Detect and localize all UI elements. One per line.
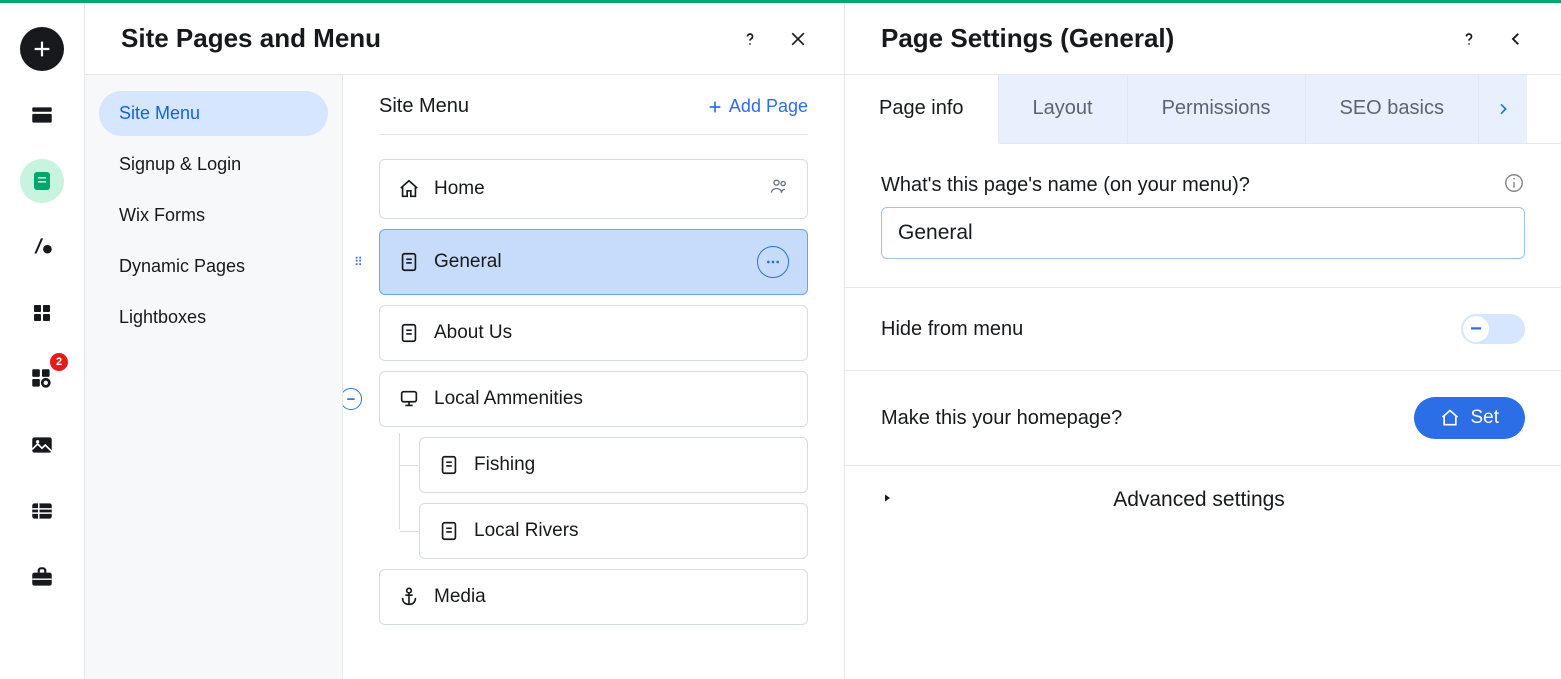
settings-back-button[interactable] <box>1507 30 1525 48</box>
panel-title: Site Pages and Menu <box>121 23 381 54</box>
tab-page-info[interactable]: Page info <box>845 75 999 144</box>
page-label: General <box>434 251 502 273</box>
help-icon <box>1459 29 1479 49</box>
info-icon <box>1503 172 1525 194</box>
page-label: Fishing <box>474 454 535 476</box>
rail-badge: 2 <box>50 353 68 371</box>
settings-tabs: Page info Layout Permissions SEO basics <box>845 75 1561 144</box>
rail-business-button[interactable] <box>20 555 64 599</box>
chevron-left-icon <box>1507 30 1525 48</box>
site-menu-heading: Site Menu <box>379 95 469 118</box>
sidebar-item-site-menu[interactable]: Site Menu <box>99 91 328 136</box>
sidebar-item-lightboxes[interactable]: Lightboxes <box>99 295 328 340</box>
add-page-label: Add Page <box>729 96 808 117</box>
more-icon <box>765 254 781 270</box>
page-label: Home <box>434 178 485 200</box>
page-row-local-ammenities[interactable]: − Local Ammenities <box>379 371 808 427</box>
page-name-input[interactable] <box>881 207 1525 259</box>
members-icon <box>769 176 789 202</box>
page-label: Local Ammenities <box>434 388 583 410</box>
toggle-off-icon: − <box>1463 316 1489 342</box>
set-button-label: Set <box>1470 407 1499 429</box>
tab-overflow-button[interactable] <box>1479 75 1527 143</box>
plus-icon <box>31 38 53 60</box>
page-row-about-us[interactable]: About Us <box>379 305 808 361</box>
page-label: Media <box>434 586 486 608</box>
page-name-label: What's this page's name (on your menu)? <box>881 174 1250 197</box>
page-label: Local Rivers <box>474 520 579 542</box>
site-menu-area: Site Menu Add Page Home ⠿ <box>343 75 844 679</box>
rail-add-button[interactable] <box>20 27 64 71</box>
table-icon <box>29 498 55 524</box>
tab-seo-basics[interactable]: SEO basics <box>1306 75 1479 143</box>
help-icon <box>740 29 760 49</box>
plus-icon <box>707 99 723 115</box>
site-pages-panel: Site Pages and Menu Site Menu Signup & L… <box>85 3 845 679</box>
settings-title: Page Settings (General) <box>881 23 1174 54</box>
design-icon <box>29 234 55 260</box>
rail-media-button[interactable] <box>20 423 64 467</box>
pages-category-sidebar: Site Menu Signup & Login Wix Forms Dynam… <box>85 75 343 679</box>
page-row-local-rivers[interactable]: Local Rivers <box>419 503 808 559</box>
home-icon <box>398 178 420 200</box>
hide-from-menu-toggle[interactable]: − <box>1461 314 1525 344</box>
page-row-home[interactable]: Home <box>379 159 808 219</box>
page-icon <box>398 322 420 344</box>
tab-permissions[interactable]: Permissions <box>1128 75 1306 143</box>
rail-cms-button[interactable] <box>20 489 64 533</box>
panel-close-button[interactable] <box>788 29 808 49</box>
page-label: About Us <box>434 322 512 344</box>
advanced-settings-label: Advanced settings <box>873 488 1525 512</box>
page-icon <box>398 251 420 273</box>
hide-from-menu-label: Hide from menu <box>881 318 1023 341</box>
page-settings-panel: Page Settings (General) Page info Layout… <box>845 3 1561 679</box>
page-row-media[interactable]: Media <box>379 569 808 625</box>
page-icon <box>438 520 460 542</box>
briefcase-icon <box>29 564 55 590</box>
close-icon <box>788 29 808 49</box>
make-homepage-label: Make this your homepage? <box>881 407 1122 430</box>
sections-icon <box>29 102 55 128</box>
page-name-info-button[interactable] <box>1503 172 1525 199</box>
rail-pages-button[interactable] <box>20 159 64 203</box>
panel-help-button[interactable] <box>740 29 760 49</box>
home-icon <box>1440 408 1460 428</box>
anchor-icon <box>398 586 420 608</box>
editor-tool-rail: 2 <box>0 3 85 679</box>
pages-icon <box>30 169 54 193</box>
page-more-button[interactable] <box>757 246 789 278</box>
sidebar-item-dynamic-pages[interactable]: Dynamic Pages <box>99 244 328 289</box>
page-row-general[interactable]: ⠿ General <box>379 229 808 295</box>
tab-layout[interactable]: Layout <box>999 75 1128 143</box>
rail-design-button[interactable] <box>20 225 64 269</box>
dropdown-icon <box>398 388 420 410</box>
rail-apps-button[interactable] <box>20 291 64 335</box>
settings-help-button[interactable] <box>1459 29 1479 49</box>
add-page-button[interactable]: Add Page <box>707 96 808 117</box>
collapse-toggle-button[interactable]: − <box>343 388 362 410</box>
page-row-fishing[interactable]: Fishing <box>419 437 808 493</box>
puzzle-icon <box>29 366 55 392</box>
set-homepage-button[interactable]: Set <box>1414 397 1525 439</box>
rail-sections-button[interactable] <box>20 93 64 137</box>
sidebar-item-wix-forms[interactable]: Wix Forms <box>99 193 328 238</box>
sidebar-item-signup-login[interactable]: Signup & Login <box>99 142 328 187</box>
grid-icon <box>30 301 54 325</box>
rail-app-market-button[interactable]: 2 <box>20 357 64 401</box>
drag-handle-icon[interactable]: ⠿ <box>354 255 363 269</box>
chevron-right-icon <box>1495 101 1511 117</box>
advanced-settings-row[interactable]: Advanced settings <box>845 465 1561 534</box>
image-icon <box>29 432 55 458</box>
page-icon <box>438 454 460 476</box>
